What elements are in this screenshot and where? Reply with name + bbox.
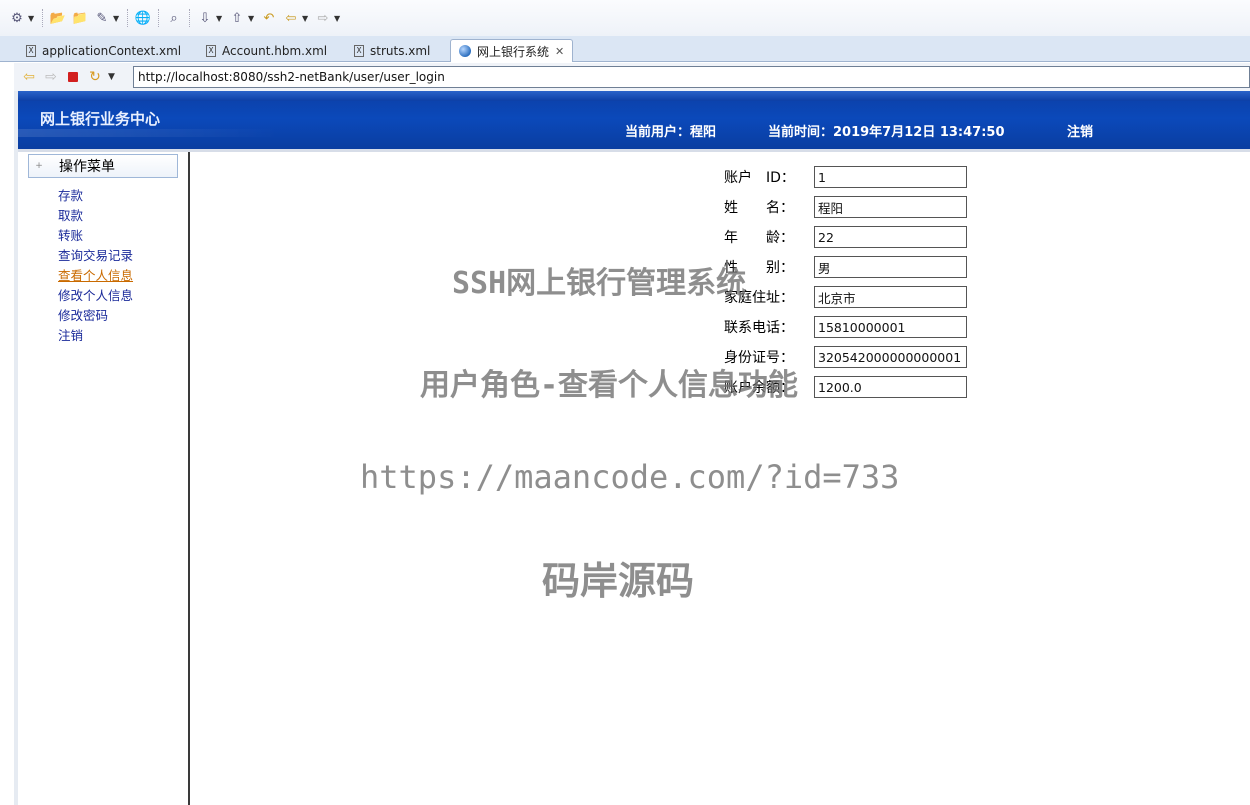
dropdown-arrow-icon[interactable]: ▼ [302,14,312,23]
sidebar-item-transaction-records[interactable]: 查询交易记录 [58,246,133,266]
back-icon[interactable]: ⇦ [20,68,38,86]
tab-struts[interactable]: X struts.xml [346,39,438,62]
last-edit-icon[interactable]: ↶ [258,7,280,29]
form-row-name: 姓 名： [724,196,967,218]
sidebar-menu: + 操作菜单 存款 取款 转账 查询交易记录 查看个人信息 修改个人信息 修改密… [18,152,188,805]
menu-header-label: 操作菜单 [59,159,115,175]
toolbar-separator [158,9,159,27]
form-row-gender: 性 别： [724,256,967,278]
forward-arrow-icon[interactable]: ⇨ [312,7,334,29]
account-id-label: 账户 ID： [724,170,795,186]
globe-icon[interactable]: 🌐 [132,7,154,29]
dropdown-arrow-icon[interactable]: ▼ [113,14,123,23]
ide-toolbar: ⚙ ▼ 📂 📁 ✎ ▼ 🌐 ⌕ ⇩ ▼ ⇧ ▼ ↶ ⇦ ▼ ⇨ ▼ [0,0,1250,36]
form-row-account-id: 账户 ID： [724,166,967,188]
gender-field[interactable] [814,256,967,278]
browser-globe-icon [459,45,471,57]
sidebar-item-view-profile[interactable]: 查看个人信息 [58,266,133,286]
url-input[interactable] [133,66,1250,88]
search-tool-icon[interactable]: ⌕ [163,7,185,29]
menu-header[interactable]: + 操作菜单 [28,154,178,178]
sidebar-item-transfer[interactable]: 转账 [58,226,133,246]
stop-icon [68,72,78,82]
watermark-title: SSH网上银行管理系统 [452,266,747,301]
tab-account-hbm[interactable]: X Account.hbm.xml [198,39,335,62]
toolbar-separator [127,9,128,27]
watermark-subtitle: 用户角色-查看个人信息功能 [420,368,799,403]
id-number-field[interactable] [814,346,967,368]
xml-file-icon: X [26,44,36,57]
dropdown-arrow-icon[interactable]: ▼ [28,14,38,23]
back-arrow-icon[interactable]: ⇦ [280,7,302,29]
account-id-field[interactable] [814,166,967,188]
tab-label: applicationContext.xml [42,43,182,58]
tab-label: Account.hbm.xml [222,43,328,58]
form-row-address: 家庭住址： [724,286,967,308]
balance-field[interactable] [814,376,967,398]
toolbar-separator [189,9,190,27]
close-icon[interactable]: ✕ [555,45,564,58]
name-field[interactable] [814,196,967,218]
refresh-icon[interactable]: ↻ [86,68,104,86]
forward-icon[interactable]: ⇨ [42,68,60,86]
pencil-icon[interactable]: ✎ [91,7,113,29]
open-folder-icon[interactable]: 📂 [47,7,69,29]
stop-button[interactable] [64,68,82,86]
tab-application-context[interactable]: X applicationContext.xml [18,39,189,62]
expand-plus-icon[interactable]: + [29,161,49,171]
dropdown-arrow-icon[interactable]: ▼ [216,14,226,23]
dropdown-arrow-icon[interactable]: ▼ [334,14,344,23]
dropdown-arrow-icon[interactable]: ▼ [108,72,118,82]
age-label: 年 龄： [724,230,794,246]
phone-label: 联系电话： [724,320,794,336]
banner-streak [18,129,278,137]
open-file-icon[interactable]: 📁 [69,7,91,29]
current-time: 当前时间：2019年7月12日 13:47:50 [768,125,1005,140]
phone-field[interactable] [814,316,967,338]
name-label: 姓 名： [724,200,794,216]
run-menu-icon[interactable]: ⚙ [6,7,28,29]
logout-link[interactable]: 注销 [1067,121,1093,140]
dropdown-arrow-icon[interactable]: ▼ [248,14,258,23]
xml-file-icon: X [206,44,216,57]
sidebar-divider [188,152,190,805]
form-row-phone: 联系电话： [724,316,967,338]
watermark-url: https://maancode.com/?id=733 [360,458,900,496]
editor-tab-strip: X applicationContext.xml X Account.hbm.x… [0,36,1250,62]
address-field[interactable] [814,286,967,308]
current-user: 当前用户：程阳 [625,125,717,140]
tab-label: 网上银行系统 [477,44,550,59]
form-row-age: 年 龄： [724,226,967,248]
watermark-brand: 码岸源码 [542,559,695,603]
banner-bottom-line [18,149,1250,152]
menu-list: 存款 取款 转账 查询交易记录 查看个人信息 修改个人信息 修改密码 注销 [58,186,133,346]
tab-netbank-browser[interactable]: 网上银行系统 ✕ [450,39,574,62]
banner-highlight [18,91,1250,101]
prev-annotation-icon[interactable]: ⇧ [226,7,248,29]
next-annotation-icon[interactable]: ⇩ [194,7,216,29]
sidebar-item-withdraw[interactable]: 取款 [58,206,133,226]
tab-label: struts.xml [370,43,431,58]
age-field[interactable] [814,226,967,248]
banner-title: 网上银行业务中心 [40,110,161,128]
sidebar-item-change-password[interactable]: 修改密码 [58,306,133,326]
browser-toolbar: ⇦ ⇨ ↻ ▼ [14,63,1250,91]
toolbar-separator [42,9,43,27]
sidebar-item-deposit[interactable]: 存款 [58,186,133,206]
sidebar-item-logout[interactable]: 注销 [58,326,133,346]
sidebar-item-edit-profile[interactable]: 修改个人信息 [58,286,133,306]
xml-file-icon: X [354,44,364,57]
page-banner: 网上银行业务中心 当前用户：程阳 当前时间：2019年7月12日 13:47:5… [18,91,1250,152]
